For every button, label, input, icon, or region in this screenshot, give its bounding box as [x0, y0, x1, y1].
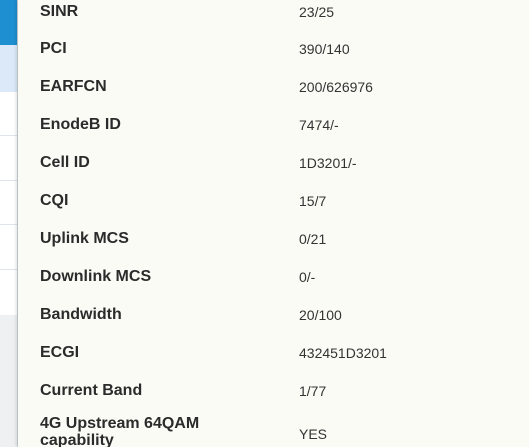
row-value: 390/140 [299, 41, 350, 57]
row-label: 4G Upstream 64QAM capability [40, 415, 200, 447]
row-value: 0/- [299, 269, 316, 285]
row-label: Downlink MCS [40, 268, 152, 285]
row-label: EnodeB ID [40, 116, 121, 133]
info-row-uplink-mcs: Uplink MCS 0/21 [40, 230, 520, 268]
row-label: Cell ID [40, 154, 90, 171]
info-row-enodeb-id: EnodeB ID 7474/- [40, 116, 520, 154]
row-label: Uplink MCS [40, 230, 129, 247]
row-value: 0/21 [299, 231, 327, 247]
row-value: 1/77 [299, 383, 327, 399]
row-label: CQI [40, 192, 69, 209]
info-row-earfcn: EARFCN 200/626976 [40, 78, 520, 116]
info-row-downlink-mcs: Downlink MCS 0/- [40, 268, 520, 306]
row-label: Current Band [40, 382, 143, 399]
info-row-bandwidth: Bandwidth 20/100 [40, 306, 520, 344]
sidebar-grey-section [0, 315, 17, 447]
row-label: PCI [40, 40, 67, 57]
row-value: YES [299, 426, 328, 442]
info-row-pci: PCI 390/140 [40, 40, 520, 78]
background-page-strip [0, 0, 18, 447]
sidebar-highlight-item[interactable] [0, 45, 17, 92]
info-row-4g-upstream-64qam: 4G Upstream 64QAM capability YES [40, 415, 520, 447]
row-label: ECGI [40, 344, 80, 361]
page: SINR 23/25 PCI 390/140 EARFCN 200/626976… [0, 0, 529, 447]
row-value: 20/100 [299, 307, 342, 323]
row-value: 15/7 [299, 193, 327, 209]
row-value: 7474/- [299, 117, 339, 133]
info-row-ecgi: ECGI 432451D3201 [40, 344, 520, 382]
sidebar-active-accent[interactable] [0, 0, 17, 45]
info-row-cell-id: Cell ID 1D3201/- [40, 154, 520, 192]
row-label: Bandwidth [40, 306, 122, 323]
row-label: SINR [40, 3, 79, 20]
info-row-sinr: SINR 23/25 [40, 3, 520, 41]
row-value: 432451D3201 [299, 345, 387, 361]
row-label: EARFCN [40, 78, 107, 95]
row-value: 1D3201/- [299, 155, 357, 171]
info-row-cqi: CQI 15/7 [40, 192, 520, 230]
cell-info-panel: SINR 23/25 PCI 390/140 EARFCN 200/626976… [18, 0, 529, 447]
row-value: 23/25 [299, 4, 335, 20]
row-value: 200/626976 [299, 79, 373, 95]
